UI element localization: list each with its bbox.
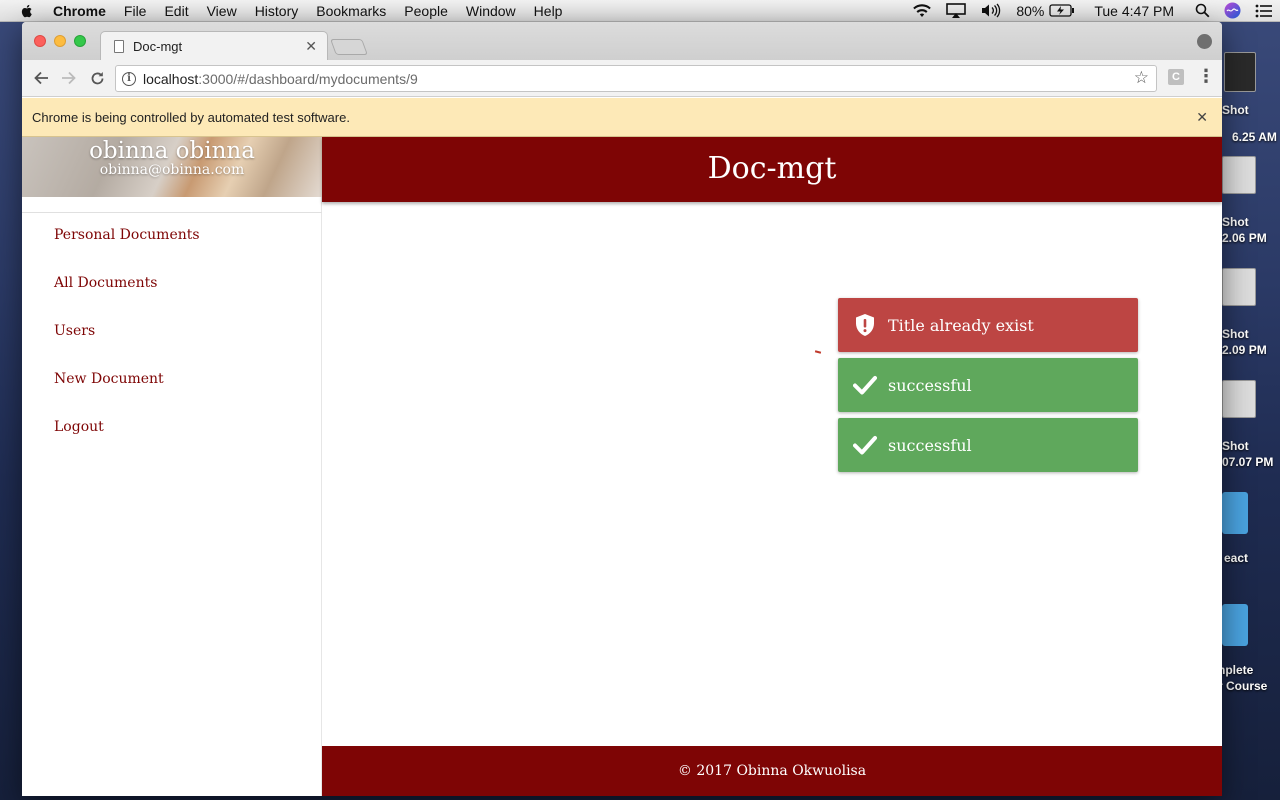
page-title: Doc-mgt: [707, 151, 837, 186]
loading-indicator: [814, 350, 822, 354]
screenshot-file-icon[interactable]: [1222, 156, 1256, 194]
battery-percent: 80%: [1016, 2, 1045, 19]
infobar-text: Chrome is being controlled by automated …: [32, 109, 350, 125]
checkmark-icon: [852, 432, 878, 458]
reload-icon[interactable]: [88, 69, 106, 87]
nav-all-documents[interactable]: All Documents: [54, 275, 200, 323]
url-path: :3000/#/dashboard/mydocuments/9: [198, 70, 418, 87]
address-bar[interactable]: i localhost:3000/#/dashboard/mydocuments…: [115, 65, 1157, 92]
battery-charging-icon[interactable]: [1049, 4, 1075, 17]
chrome-menu-icon[interactable]: ⋮: [1197, 67, 1215, 85]
notification-center-icon[interactable]: [1255, 4, 1273, 18]
page-icon: [114, 39, 124, 53]
folder-icon[interactable]: [1222, 492, 1248, 534]
menu-help[interactable]: Help: [525, 3, 572, 19]
desktop-label[interactable]: 07.07 PM: [1222, 455, 1273, 469]
menu-edit[interactable]: Edit: [155, 3, 197, 19]
web-page: obinna obinna obinna@obinna.com Personal…: [22, 137, 1222, 796]
desktop-label[interactable]: Shot: [1222, 439, 1249, 453]
nav-personal-documents[interactable]: Personal Documents: [54, 227, 200, 275]
footer-copyright: © 2017 Obinna Okwuolisa: [677, 763, 867, 779]
desktop-label[interactable]: Shot: [1222, 215, 1249, 229]
desktop-label[interactable]: 2.06 PM: [1222, 231, 1267, 245]
airplay-icon[interactable]: [946, 3, 967, 18]
nav-new-document[interactable]: New Document: [54, 371, 200, 419]
toast-message: successful: [888, 435, 972, 455]
checkmark-icon: [852, 372, 878, 398]
screenshot-file-icon[interactable]: [1222, 268, 1256, 306]
toast-error[interactable]: Title already exist: [838, 298, 1138, 352]
nav-logout[interactable]: Logout: [54, 419, 200, 467]
spotlight-search-icon[interactable]: [1195, 3, 1210, 18]
screenshot-file-icon[interactable]: [1224, 52, 1256, 92]
page-footer: © 2017 Obinna Okwuolisa: [322, 746, 1222, 796]
tab-title: Doc-mgt: [133, 38, 183, 54]
user-profile-banner: obinna obinna obinna@obinna.com: [22, 137, 322, 197]
url-host: localhost: [143, 70, 199, 87]
desktop-label[interactable]: eact: [1224, 551, 1248, 565]
profile-icon[interactable]: [1197, 34, 1212, 49]
menu-file[interactable]: File: [115, 3, 156, 19]
toast-success[interactable]: successful: [838, 418, 1138, 472]
new-tab-button[interactable]: [330, 39, 368, 55]
sidebar-divider: [22, 212, 322, 213]
desktop-label[interactable]: 2.09 PM: [1222, 343, 1267, 357]
window-zoom-button[interactable]: [74, 35, 86, 47]
desktop-label[interactable]: 6.25 AM: [1232, 130, 1277, 144]
toast-message: successful: [888, 375, 972, 395]
menu-people[interactable]: People: [395, 3, 457, 19]
extension-icon[interactable]: C: [1168, 69, 1184, 85]
browser-tab[interactable]: Doc-mgt ✕: [100, 31, 328, 60]
screenshot-file-icon[interactable]: [1222, 380, 1256, 418]
page-header: Doc-mgt: [322, 137, 1222, 202]
infobar-close-icon[interactable]: ✕: [1196, 109, 1208, 126]
bookmark-star-icon[interactable]: ☆: [1134, 68, 1149, 88]
automation-infobar: Chrome is being controlled by automated …: [22, 98, 1222, 137]
desktop-label[interactable]: nplete: [1218, 663, 1253, 677]
user-name: obinna obinna: [89, 138, 255, 164]
folder-icon[interactable]: [1222, 604, 1248, 646]
site-info-icon[interactable]: i: [122, 71, 136, 86]
apple-logo-icon[interactable]: [19, 3, 35, 19]
menu-view[interactable]: View: [198, 3, 246, 19]
window-minimize-button[interactable]: [54, 35, 66, 47]
browser-window: Doc-mgt ✕ i localhost:3000/#/dashboard/m…: [22, 22, 1222, 796]
nav-users[interactable]: Users: [54, 323, 200, 371]
desktop-label[interactable]: Shot: [1222, 103, 1249, 117]
window-close-button[interactable]: [34, 35, 46, 47]
siri-icon[interactable]: [1224, 2, 1241, 19]
volume-icon[interactable]: [980, 3, 1002, 18]
toast-message: Title already exist: [888, 315, 1034, 335]
menu-bookmarks[interactable]: Bookmarks: [307, 3, 395, 19]
back-arrow-icon[interactable]: [32, 69, 50, 87]
wifi-icon[interactable]: [912, 3, 932, 18]
toast-success[interactable]: successful: [838, 358, 1138, 412]
user-email: obinna@obinna.com: [99, 162, 245, 178]
tab-strip: Doc-mgt ✕: [22, 22, 1222, 60]
shield-alert-icon: [852, 312, 878, 338]
sidebar: obinna obinna obinna@obinna.com Personal…: [22, 137, 322, 796]
desktop-label[interactable]: r Course: [1218, 679, 1267, 693]
sidebar-nav: Personal Documents All Documents Users N…: [54, 227, 200, 467]
tab-close-icon[interactable]: ✕: [305, 38, 317, 55]
menu-window[interactable]: Window: [457, 3, 525, 19]
desktop-label[interactable]: Shot: [1222, 327, 1249, 341]
menu-app-name[interactable]: Chrome: [49, 3, 115, 19]
macos-menubar: Chrome File Edit View History Bookmarks …: [0, 0, 1280, 22]
menu-history[interactable]: History: [246, 3, 308, 19]
forward-arrow-icon[interactable]: [60, 69, 78, 87]
menubar-clock[interactable]: Tue 4:47 PM: [1094, 3, 1174, 19]
